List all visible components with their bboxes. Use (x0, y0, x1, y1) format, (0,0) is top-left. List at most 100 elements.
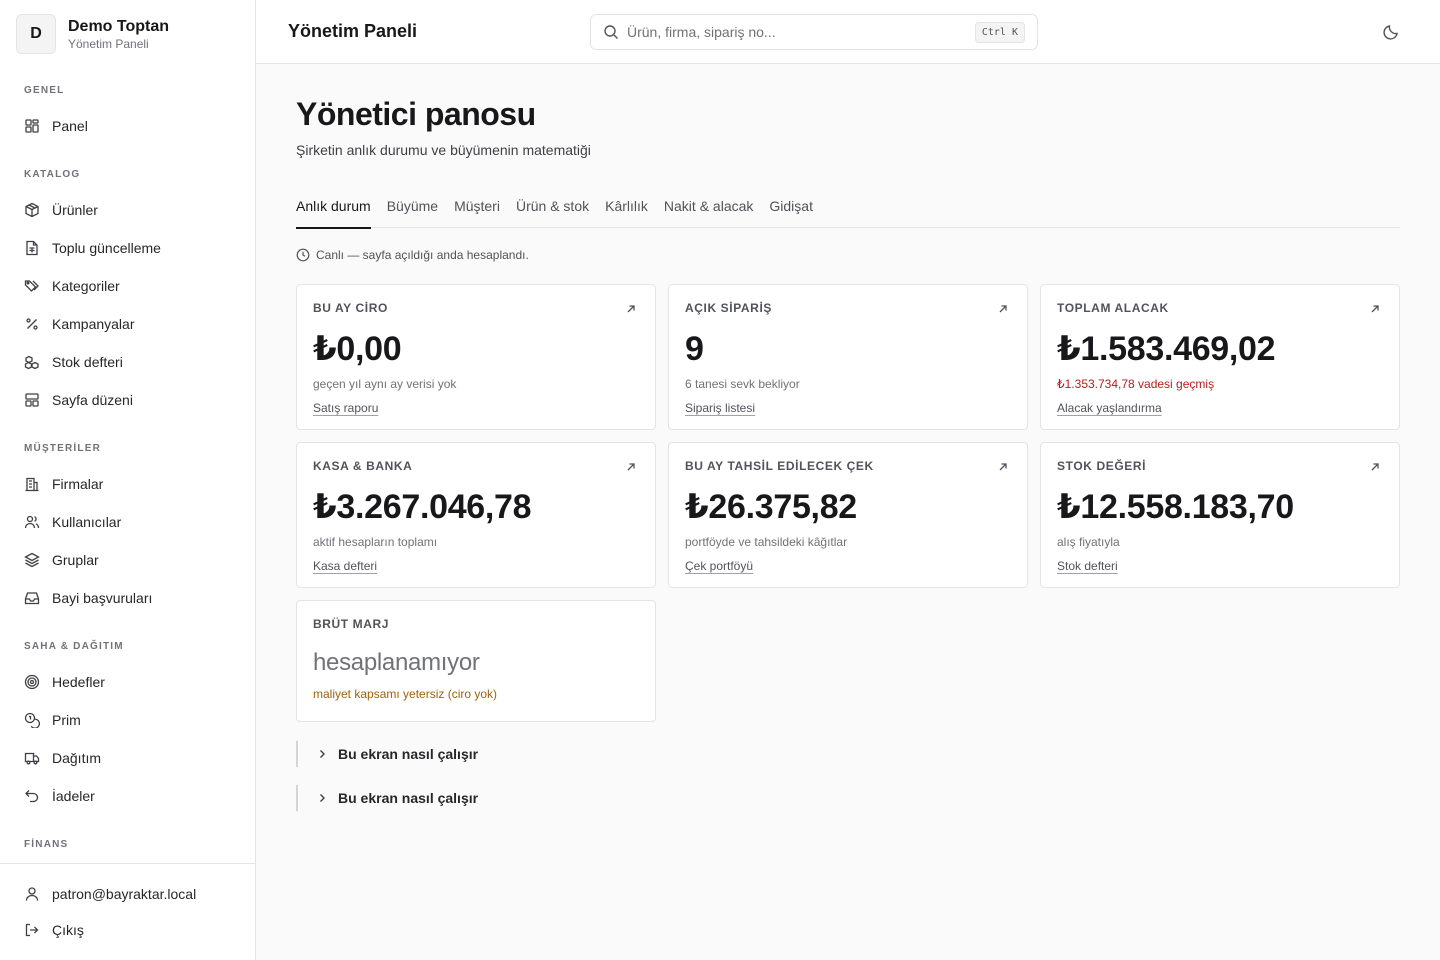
kpi-card-kasa-banka: KASA & BANKA ₺3.267.046,78 aktif hesapla… (296, 442, 656, 588)
tab-bar: Anlık durum Büyüme Müşteri Ürün & stok K… (296, 188, 1400, 229)
sidebar-item-hedefler[interactable]: Hedefler (16, 666, 240, 698)
brand[interactable]: D Demo Toptan Yönetim Paneli (16, 14, 169, 54)
sidebar-item-firmalar[interactable]: Firmalar (16, 468, 240, 500)
percent-icon (26, 318, 38, 330)
undo-icon (25, 790, 39, 803)
moon-icon[interactable] (1382, 23, 1400, 41)
card-note-warning: maliyet kapsamı yetersiz (ciro yok) (313, 687, 498, 701)
card-link[interactable]: Stok defteri (1057, 559, 1118, 573)
brand-name: Demo Toptan (68, 18, 170, 35)
card-value: ₺3.267.046,78 (313, 488, 532, 526)
sidebar-item-label: Panel (52, 118, 88, 134)
logout-icon (25, 923, 39, 937)
clock-icon (296, 248, 310, 262)
tab-anlik-durum[interactable]: Anlık durum (296, 188, 371, 229)
arrow-up-right-icon[interactable] (997, 461, 1009, 473)
card-link[interactable]: Sipariş listesi (685, 401, 755, 415)
sidebar-item-label: Kampanyalar (52, 316, 135, 332)
arrow-up-right-icon[interactable] (625, 303, 637, 315)
kpi-card-brut-marj: BRÜT MARJ hesaplanamıyor maliyet kapsamı… (296, 600, 656, 722)
card-label: BRÜT MARJ (313, 617, 390, 631)
sidebar-item-iadeler[interactable]: İadeler (16, 780, 240, 812)
tab-nakit-alacak[interactable]: Nakit & alacak (664, 188, 753, 228)
card-value: ₺1.583.469,02 (1057, 330, 1276, 368)
sidebar-item-gruplar[interactable]: Gruplar (16, 544, 240, 576)
arrow-up-right-icon[interactable] (625, 461, 637, 473)
help-collapsible[interactable]: Bu ekran nasıl çalışır (296, 741, 696, 767)
user-email: patron@bayraktar.local (52, 886, 197, 902)
search-box[interactable]: Ctrl K (590, 14, 1038, 50)
tab-musteri[interactable]: Müşteri (454, 188, 500, 228)
card-value: ₺0,00 (313, 330, 402, 368)
sidebar-item-kullanicilar[interactable]: Kullanıcılar (16, 506, 240, 538)
card-value: ₺12.558.183,70 (1057, 488, 1294, 526)
sidebar-item-label: Toplu güncelleme (52, 240, 161, 256)
sidebar-item-label: Sayfa düzeni (52, 392, 133, 408)
card-label: BU AY TAHSİL EDİLECEK ÇEK (685, 459, 874, 473)
sidebar-item-label: Bayi başvuruları (52, 590, 153, 606)
tab-gidisat[interactable]: Gidişat (769, 188, 813, 228)
nav-section-musteriler: MÜŞTERİLER (24, 443, 101, 454)
brand-subtitle: Yönetim Paneli (68, 37, 149, 51)
search-input[interactable] (627, 24, 967, 40)
user-account[interactable]: patron@bayraktar.local (16, 878, 240, 910)
tab-buyume[interactable]: Büyüme (387, 188, 438, 228)
card-link[interactable]: Alacak yaşlandırma (1057, 401, 1162, 415)
sidebar-item-kampanyalar[interactable]: Kampanyalar (16, 308, 240, 340)
file-spreadsheet-icon (26, 240, 38, 256)
nav-section-genel: GENEL (24, 85, 65, 96)
help-collapsible-label: Bu ekran nasıl çalışır (338, 746, 479, 762)
sidebar-item-label: Hedefler (52, 674, 105, 690)
nav-section-finans: FİNANS (24, 839, 69, 850)
logout-label: Çıkış (52, 922, 84, 938)
user-icon (25, 887, 39, 901)
sidebar-item-prim[interactable]: Prim (16, 704, 240, 736)
sidebar-item-sayfa-duzeni[interactable]: Sayfa düzeni (16, 384, 240, 416)
sidebar-item-label: Firmalar (52, 476, 104, 492)
card-value: 9 (685, 330, 704, 368)
card-note-overdue: ₺1.353.734,78 vadesi geçmiş (1057, 377, 1215, 391)
live-note: Canlı — sayfa açıldığı anda hesaplandı. (296, 248, 529, 262)
tab-karlilik[interactable]: Kârlılık (605, 188, 648, 228)
users-icon (24, 515, 40, 529)
tags-icon (24, 280, 39, 292)
chevron-right-icon (320, 750, 325, 758)
help-collapsible[interactable]: Bu ekran nasıl çalışır (296, 785, 696, 811)
card-label: KASA & BANKA (313, 459, 413, 473)
sidebar-item-panel[interactable]: Panel (16, 110, 240, 142)
sidebar-item-dagitim[interactable]: Dağıtım (16, 742, 240, 774)
help-collapsible-label: Bu ekran nasıl çalışır (338, 790, 479, 806)
card-link[interactable]: Çek portföyü (685, 559, 753, 573)
truck-icon (24, 752, 40, 765)
tab-urun-stok[interactable]: Ürün & stok (516, 188, 589, 228)
arrow-up-right-icon[interactable] (1369, 303, 1381, 315)
page-title: Yönetici panosu (296, 96, 536, 132)
card-link[interactable]: Satış raporu (313, 401, 378, 415)
building-icon (25, 477, 39, 492)
sidebar-item-urunler[interactable]: Ürünler (16, 194, 240, 226)
sidebar-item-kategoriler[interactable]: Kategoriler (16, 270, 240, 302)
sidebar-item-toplu-guncelleme[interactable]: Toplu güncelleme (16, 232, 240, 264)
inbox-icon (24, 592, 40, 605)
card-label: TOPLAM ALACAK (1057, 301, 1169, 315)
arrow-up-right-icon[interactable] (1369, 461, 1381, 473)
top-header: Yönetim Paneli Ctrl K (256, 0, 1440, 64)
sidebar-item-label: Dağıtım (52, 750, 102, 766)
sidebar-item-bayi-basvurulari[interactable]: Bayi başvuruları (16, 582, 240, 614)
card-note: 6 tanesi sevk bekliyor (685, 377, 800, 391)
chevron-right-icon (320, 794, 325, 802)
card-note: portföyde ve tahsildeki kâğıtlar (685, 535, 848, 549)
layers-icon (24, 552, 40, 568)
sidebar-item-stok-defteri[interactable]: Stok defteri (16, 346, 240, 378)
sidebar-item-label: Kategoriler (52, 278, 120, 294)
card-link[interactable]: Kasa defteri (313, 559, 377, 573)
sidebar-item-label: Ürünler (52, 202, 98, 218)
kpi-card-tahsil-cek: BU AY TAHSİL EDİLECEK ÇEK ₺26.375,82 por… (668, 442, 1028, 588)
nav-section-saha-dagitim: SAHA & DAĞITIM (24, 641, 124, 652)
logout-button[interactable]: Çıkış (16, 914, 240, 946)
search-icon (604, 25, 618, 39)
page-subtitle: Şirketin anlık durumu ve büyümenin matem… (296, 142, 591, 158)
sidebar-item-label: Stok defteri (52, 354, 123, 370)
card-label: STOK DEĞERİ (1057, 459, 1147, 473)
arrow-up-right-icon[interactable] (997, 303, 1009, 315)
